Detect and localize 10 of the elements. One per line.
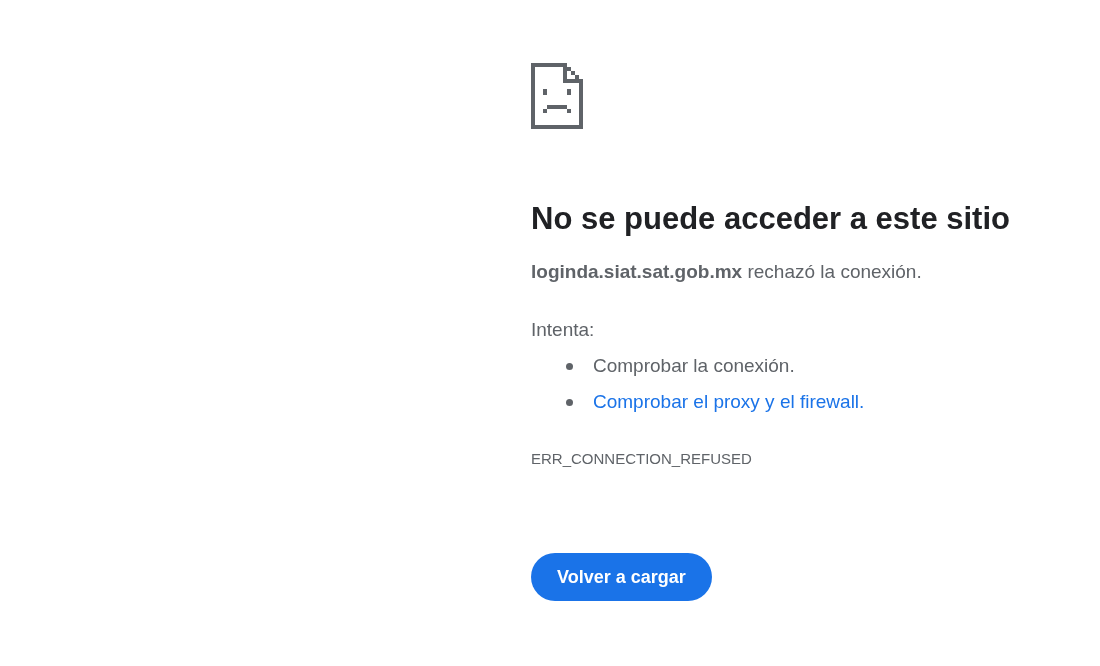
suggestion-link[interactable]: Comprobar el proxy y el firewall. <box>593 391 865 413</box>
sad-page-icon <box>531 63 583 129</box>
error-code: ERR_CONNECTION_REFUSED <box>531 450 753 467</box>
bullet-icon <box>566 362 573 370</box>
reload-button[interactable]: Volver a cargar <box>531 553 712 601</box>
error-message: loginda.siat.sat.gob.mx rechazó la conexión. <box>531 261 923 283</box>
bullet-icon <box>566 398 573 406</box>
suggestion-text: Comprobar la conexión. <box>593 355 795 377</box>
suggestions-heading: Intenta: <box>531 319 596 341</box>
page-title: No se puede acceder a este sitio <box>531 201 1011 237</box>
